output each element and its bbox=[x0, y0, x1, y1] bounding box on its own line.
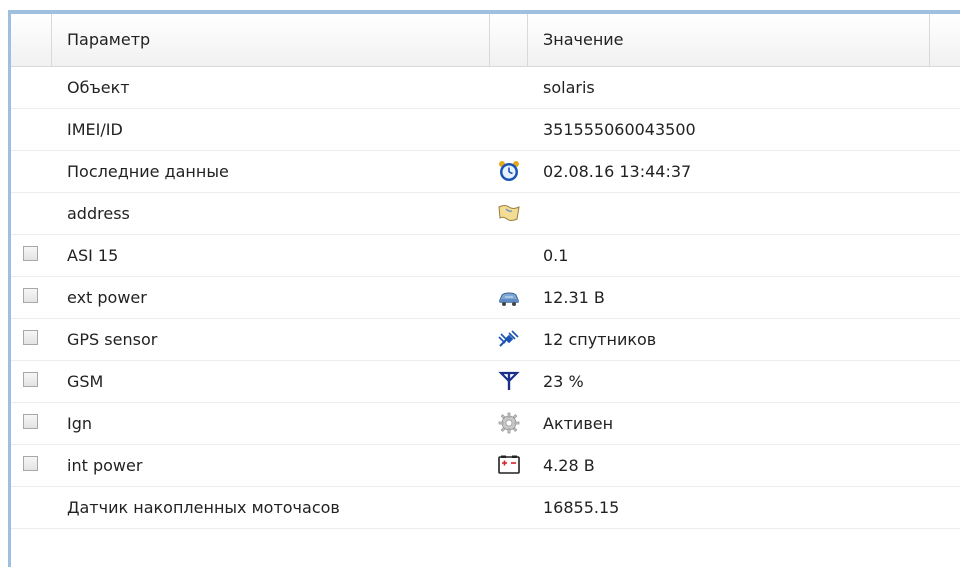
table-row: GSM 23 % bbox=[11, 361, 960, 403]
row-param: Ign bbox=[67, 414, 93, 433]
row-param: ext power bbox=[67, 288, 147, 307]
table-row: ASI 15 0.1 bbox=[11, 235, 960, 277]
column-header-value[interactable]: Значение bbox=[543, 14, 624, 66]
table-row: address bbox=[11, 193, 960, 235]
table-row: ext power 12.31 В bbox=[11, 277, 960, 319]
table-row: GPS sensor 12 спутников bbox=[11, 319, 960, 361]
gear-icon bbox=[497, 412, 521, 434]
row-checkbox[interactable] bbox=[23, 330, 38, 345]
row-checkbox[interactable] bbox=[23, 288, 38, 303]
row-value: 12.31 В bbox=[543, 288, 605, 307]
row-param: GPS sensor bbox=[67, 330, 158, 349]
row-value: 351555060043500 bbox=[543, 120, 696, 139]
car-power-icon bbox=[497, 286, 521, 308]
table-row: int power 4.28 В bbox=[11, 445, 960, 487]
header-divider bbox=[929, 14, 930, 66]
row-value: 23 % bbox=[543, 372, 584, 391]
row-param: ASI 15 bbox=[67, 246, 119, 265]
table-row: Последние данные 02.08.16 13:44:37 bbox=[11, 151, 960, 193]
row-param: Датчик накопленных моточасов bbox=[67, 498, 340, 517]
row-checkbox[interactable] bbox=[23, 372, 38, 387]
row-param: Объект bbox=[67, 78, 130, 97]
row-param: Последние данные bbox=[67, 162, 229, 181]
row-param: address bbox=[67, 204, 130, 223]
row-param: IMEI/ID bbox=[67, 120, 123, 139]
row-param: GSM bbox=[67, 372, 104, 391]
map-icon[interactable] bbox=[497, 202, 521, 224]
row-value: 4.28 В bbox=[543, 456, 595, 475]
row-checkbox[interactable] bbox=[23, 414, 38, 429]
parameters-panel: Параметр Значение Объект solaris IMEI/ID… bbox=[0, 0, 960, 567]
row-param: int power bbox=[67, 456, 143, 475]
row-value: solaris bbox=[543, 78, 595, 97]
column-header-param[interactable]: Параметр bbox=[67, 14, 150, 66]
header-divider bbox=[51, 14, 52, 66]
battery-icon bbox=[497, 454, 521, 476]
antenna-icon bbox=[497, 370, 521, 392]
table-empty-area bbox=[11, 530, 960, 567]
row-value: Активен bbox=[543, 414, 614, 433]
table-row: Датчик накопленных моточасов 16855.15 bbox=[11, 487, 960, 529]
satellite-icon bbox=[497, 328, 521, 350]
alarm-clock-icon bbox=[497, 160, 521, 182]
header-divider bbox=[527, 14, 528, 66]
row-value: 0.1 bbox=[543, 246, 569, 265]
row-value: 02.08.16 13:44:37 bbox=[543, 162, 692, 181]
row-checkbox[interactable] bbox=[23, 246, 38, 261]
table-row: IMEI/ID 351555060043500 bbox=[11, 109, 960, 151]
row-value: 12 спутников bbox=[543, 330, 657, 349]
header-divider bbox=[489, 14, 490, 66]
table-row: Объект solaris bbox=[11, 67, 960, 109]
row-checkbox[interactable] bbox=[23, 456, 38, 471]
parameters-table: Параметр Значение Объект solaris IMEI/ID… bbox=[11, 14, 960, 529]
table-row: Ign Активен bbox=[11, 403, 960, 445]
row-value: 16855.15 bbox=[543, 498, 620, 517]
table-header: Параметр Значение bbox=[11, 14, 960, 67]
